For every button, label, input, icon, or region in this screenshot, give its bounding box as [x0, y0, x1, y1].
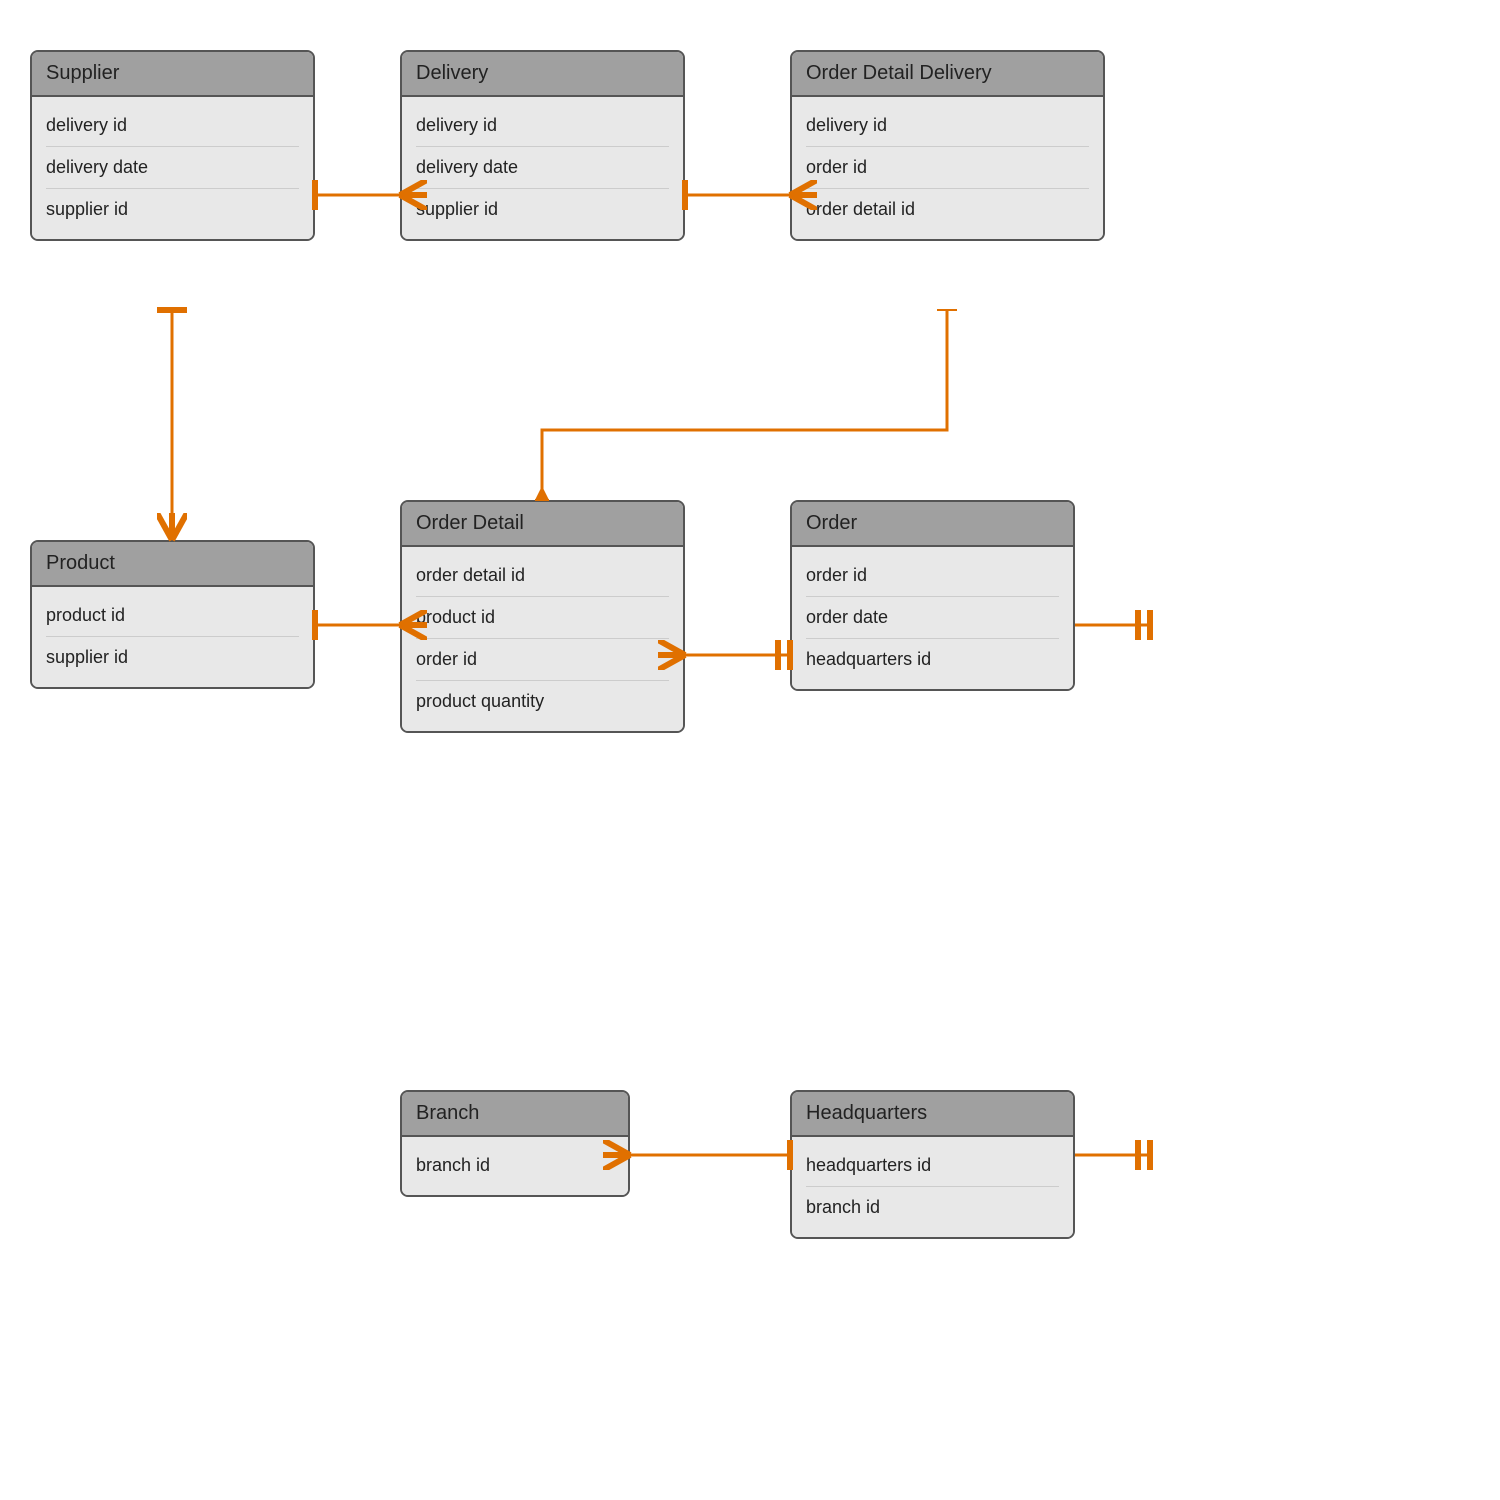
field-od-order-id: order id: [416, 639, 669, 681]
field-branch-branch-id: branch id: [416, 1145, 614, 1187]
table-supplier: Supplier delivery id delivery date suppl…: [30, 50, 315, 241]
table-branch: Branch branch id: [400, 1090, 630, 1197]
table-supplier-header: Supplier: [32, 52, 313, 97]
field-od-order-detail-id: order detail id: [416, 555, 669, 597]
field-product-product-id: product id: [46, 595, 299, 637]
field-delivery-delivery-id: delivery id: [416, 105, 669, 147]
field-odd-order-detail-id: order detail id: [806, 189, 1089, 231]
table-order: Order order id order date headquarters i…: [790, 500, 1075, 691]
table-product: Product product id supplier id: [30, 540, 315, 689]
field-order-order-date: order date: [806, 597, 1059, 639]
field-supplier-supplier-id: supplier id: [46, 189, 299, 231]
field-supplier-delivery-id: delivery id: [46, 105, 299, 147]
field-order-order-id: order id: [806, 555, 1059, 597]
field-hq-headquarters-id: headquarters id: [806, 1145, 1059, 1187]
field-supplier-delivery-date: delivery date: [46, 147, 299, 189]
table-order-detail: Order Detail order detail id product id …: [400, 500, 685, 733]
field-odd-order-id: order id: [806, 147, 1089, 189]
table-delivery-header: Delivery: [402, 52, 683, 97]
field-delivery-supplier-id: supplier id: [416, 189, 669, 231]
table-delivery: Delivery delivery id delivery date suppl…: [400, 50, 685, 241]
table-order-header: Order: [792, 502, 1073, 547]
table-headquarters: Headquarters headquarters id branch id: [790, 1090, 1075, 1239]
table-order-detail-delivery: Order Detail Delivery delivery id order …: [790, 50, 1105, 241]
table-branch-header: Branch: [402, 1092, 628, 1137]
field-odd-delivery-id: delivery id: [806, 105, 1089, 147]
field-hq-branch-id: branch id: [806, 1187, 1059, 1229]
field-order-headquarters-id: headquarters id: [806, 639, 1059, 681]
table-headquarters-header: Headquarters: [792, 1092, 1073, 1137]
field-delivery-delivery-date: delivery date: [416, 147, 669, 189]
table-order-detail-delivery-header: Order Detail Delivery: [792, 52, 1103, 97]
field-product-supplier-id: supplier id: [46, 637, 299, 679]
field-od-product-id: product id: [416, 597, 669, 639]
table-order-detail-header: Order Detail: [402, 502, 683, 547]
table-product-header: Product: [32, 542, 313, 587]
field-od-product-quantity: product quantity: [416, 681, 669, 723]
